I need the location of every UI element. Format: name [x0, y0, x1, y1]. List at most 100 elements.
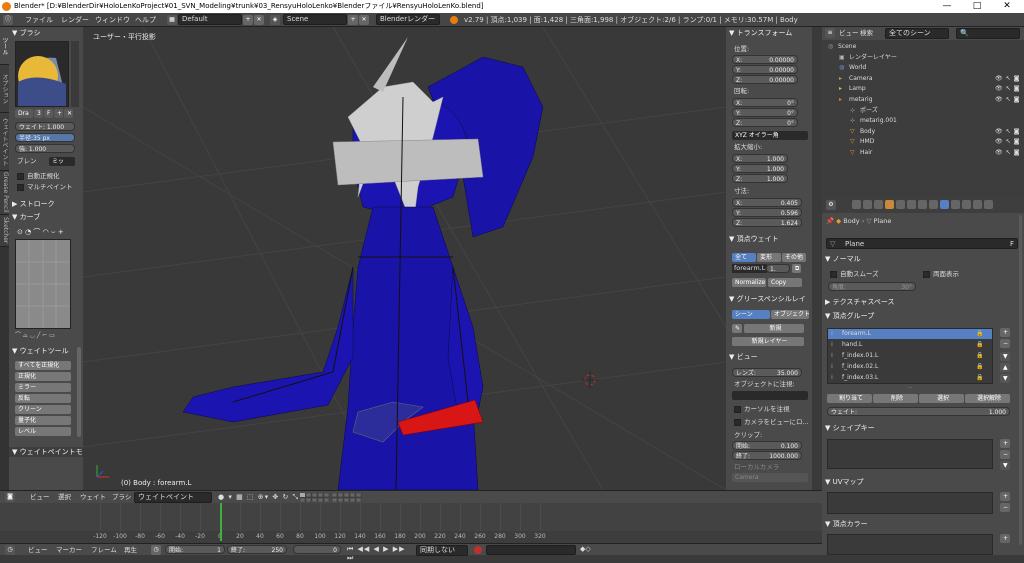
outliner-item-label[interactable]: Scene [838, 42, 856, 52]
mesh-fake-user-button[interactable]: F [1010, 240, 1014, 248]
normals-header[interactable]: ▼ ノーマル [822, 254, 1024, 264]
grease-new-layer-button[interactable]: 新規レイヤー [732, 337, 804, 346]
location-z-field[interactable]: Z: 0.00000 [732, 75, 798, 84]
lock-icon[interactable]: 🔒 [976, 362, 983, 372]
outliner-item[interactable]: ⊹ ポーズ [822, 106, 1024, 116]
keying-set-field[interactable] [486, 545, 576, 555]
outliner-item-label[interactable]: Camera [849, 74, 873, 84]
double-sided-checkbox[interactable] [923, 271, 930, 278]
tab-sketcher[interactable]: Sketcher [0, 215, 9, 247]
lock-cursor-checkbox[interactable] [734, 406, 741, 413]
outliner-item[interactable]: ▸ metarig 👁↖◙ [822, 95, 1024, 105]
record-icon[interactable] [474, 546, 482, 554]
normalize-button[interactable]: Normalize [732, 278, 766, 287]
outliner-item-label[interactable]: レンダーレイヤー [849, 53, 897, 63]
visibility-toggles-icon[interactable]: 👁↖◙ [995, 127, 1022, 137]
timeline-editor-icon[interactable]: ◷ [5, 545, 15, 555]
visibility-toggles-icon[interactable]: 👁↖◙ [995, 137, 1022, 147]
maximize-button[interactable]: □ [962, 0, 992, 13]
keyframe-insert-icon[interactable]: ◆◇ [580, 545, 598, 555]
dimensions-y-field[interactable]: Y: 0.596 [732, 208, 802, 217]
viewport-3d[interactable]: ユーザー・平行投影 (0) Body : forearm.L [83, 27, 726, 490]
mesh-name-field[interactable]: Plane [845, 240, 864, 248]
outliner-item-label[interactable]: Hair [860, 148, 872, 158]
operator-panel-header[interactable]: ▼ ウェイトペイントモード [9, 447, 97, 457]
radius-slider[interactable]: 半径:35 px [15, 133, 75, 142]
vw-tab-all[interactable]: 全て [732, 253, 756, 262]
auto-normalize-checkbox[interactable] [17, 173, 24, 180]
lock-icon[interactable]: 🔒 [976, 329, 983, 339]
close-button[interactable]: ✕ [992, 0, 1022, 13]
frame-end-field[interactable]: 終了: 250 [227, 545, 287, 554]
transform-header[interactable]: ▼ トランスフォーム [726, 28, 812, 38]
vgroup-weight-field[interactable]: ウェイト: 1.000 [827, 407, 1010, 416]
timeline-menu-frame[interactable]: フレーム [89, 544, 119, 556]
outliner-item-label[interactable]: Lamp [849, 84, 866, 94]
curve-presets[interactable]: ⌒ ⌓ ◡ ╱ ⌐ ▭ [15, 330, 71, 340]
vertex-group-item[interactable]: ⁞ f_index.02.L 🔒 [828, 362, 992, 372]
clip-end-field[interactable]: 終了: 1000.000 [732, 451, 802, 460]
vgroup-specials-button[interactable]: ▼ [1000, 352, 1010, 361]
rotation-z-field[interactable]: Z: 0° [732, 118, 798, 127]
multi-paint-checkbox[interactable] [17, 184, 24, 191]
outliner-item[interactable]: ◍ World [822, 63, 1024, 73]
layout-add-button[interactable]: + [243, 15, 253, 25]
vgroup-add-button[interactable]: + [1000, 328, 1010, 337]
viewport-menu-weights[interactable]: ウェイト [78, 491, 108, 503]
menu-help[interactable]: ヘルプ [132, 14, 159, 26]
breadcrumb-object[interactable]: Body [843, 217, 859, 225]
layer-buttons[interactable] [299, 492, 420, 503]
outliner-item-label[interactable]: HMD [860, 137, 874, 147]
dimensions-z-field[interactable]: Z: 1.624 [732, 218, 802, 227]
grease-pencil-header[interactable]: ▼ グリースペンシルレイ [726, 294, 812, 304]
timeline-ruler[interactable]: -120-100-80-60-40-2002040608010012014016… [0, 503, 822, 541]
shape-key-add-button[interactable]: + [1000, 439, 1010, 448]
outliner-item[interactable]: ▽ HMD 👁↖◙ [822, 137, 1024, 147]
menu-render[interactable]: レンダー [58, 14, 92, 26]
vw-copy-icon[interactable]: ⧉ [792, 264, 801, 273]
timeline-menu-view[interactable]: ビュー [26, 544, 50, 556]
shape-key-remove-button[interactable]: − [1000, 450, 1010, 459]
texture-space-header[interactable]: ▶ テクスチャスペース [822, 297, 1024, 307]
render-engine-select[interactable]: Blenderレンダー [376, 14, 440, 25]
scene-add-button[interactable]: + [348, 15, 358, 25]
viewport-menu-select[interactable]: 選択 [56, 491, 73, 503]
outliner-item[interactable]: ▸ Lamp 👁↖◙ [822, 84, 1024, 94]
lock-object-field[interactable] [732, 391, 808, 400]
layout-remove-button[interactable]: ✕ [254, 15, 264, 25]
location-x-field[interactable]: X: 0.00000 [732, 55, 798, 64]
rotation-mode-select[interactable]: XYZ オイラー角 [732, 131, 808, 140]
outliner-item-label[interactable]: Body [860, 127, 875, 137]
viewport-editor-icon[interactable]: ◙ [5, 492, 15, 502]
tool-quantize[interactable]: 量子化 [15, 416, 71, 425]
scene-icon[interactable]: ◈ [270, 15, 280, 25]
region-splitter[interactable] [812, 27, 822, 490]
stroke-header[interactable]: ▶ ストローク [9, 199, 83, 209]
strength-slider[interactable]: 強: 1.000 [15, 144, 75, 153]
auto-smooth-checkbox[interactable] [830, 271, 837, 278]
shape-keys-header[interactable]: ▼ シェイプキー [822, 423, 1024, 433]
grease-pencil-icon[interactable]: ✎ [732, 324, 742, 333]
brush-add-button[interactable]: + [54, 109, 63, 118]
outliner-menu-view[interactable]: ビュー [837, 27, 861, 39]
tab-tools[interactable]: ツール [0, 27, 9, 65]
scene-remove-button[interactable]: ✕ [359, 15, 369, 25]
outliner-item[interactable]: ⊹ metarig.001 [822, 116, 1024, 126]
curve-header[interactable]: ▼ カーブ [9, 212, 83, 222]
outliner-item-label[interactable]: metarig [849, 95, 873, 105]
weight-tools-header[interactable]: ▼ ウェイトツール [9, 346, 83, 356]
vw-tab-other[interactable]: その他 [782, 253, 806, 262]
current-frame-marker[interactable] [220, 503, 222, 541]
minimize-button[interactable]: — [932, 0, 962, 13]
vgroup-select-button[interactable]: 選択 [919, 394, 964, 403]
current-frame-field[interactable]: 0 [293, 545, 341, 554]
vertex-colors-list[interactable] [827, 534, 993, 555]
rotation-x-field[interactable]: X: 0° [732, 98, 798, 107]
vertex-colors-header[interactable]: ▼ 頂点カラー [822, 519, 1024, 529]
visibility-toggles-icon[interactable]: 👁↖◙ [995, 148, 1022, 158]
layout-icon[interactable]: ▦ [167, 15, 177, 25]
outliner-item[interactable]: ▸ Camera 👁↖◙ [822, 74, 1024, 84]
brush-remove-button[interactable]: ✕ [64, 109, 73, 118]
preview-range-icon[interactable]: ◷ [151, 545, 161, 555]
visibility-toggles-icon[interactable]: 👁↖◙ [995, 95, 1022, 105]
